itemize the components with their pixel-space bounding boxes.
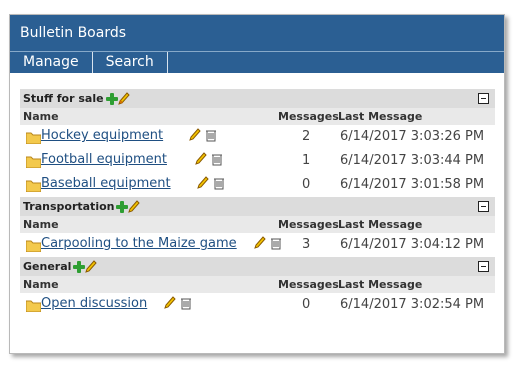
message-count: 2 — [302, 129, 311, 144]
delete-icon[interactable] — [213, 176, 225, 190]
column-name-header: Name — [23, 218, 59, 231]
board-link[interactable]: Hockey equipment — [41, 128, 163, 143]
folder-icon — [26, 240, 41, 252]
folder-icon — [26, 180, 41, 192]
board-link[interactable]: Football equipment — [41, 152, 167, 167]
title-bar: Bulletin Boards — [10, 15, 504, 51]
column-header-row: Name Messages Last Message — [20, 108, 495, 125]
last-message-time: 6/14/2017 3:02:54 PM — [340, 297, 485, 312]
edit-section-icon[interactable] — [117, 91, 130, 106]
edit-icon[interactable] — [254, 236, 266, 250]
add-board-icon[interactable] — [73, 260, 86, 273]
column-messages-header: Messages — [278, 218, 339, 231]
add-board-icon[interactable] — [116, 200, 129, 213]
row-tools — [164, 296, 192, 314]
edit-icon[interactable] — [189, 128, 201, 142]
board-link[interactable]: Open discussion — [41, 296, 147, 311]
add-board-icon[interactable] — [105, 92, 118, 105]
row-tools — [254, 236, 282, 254]
board-link[interactable]: Carpooling to the Maize game — [41, 236, 237, 251]
section-title: General — [23, 260, 72, 273]
column-name-header: Name — [23, 110, 59, 123]
message-count: 1 — [302, 153, 311, 168]
folder-icon — [26, 156, 41, 168]
bulletin-boards-window: Bulletin Boards Manage Search Stuff for … — [9, 14, 505, 354]
column-last-message-header: Last Message — [338, 218, 423, 231]
board-row-baseball-equipment: Baseball equipment 0 6/14/2017 3:01:58 P… — [20, 173, 495, 197]
column-last-message-header: Last Message — [338, 278, 423, 291]
board-link[interactable]: Baseball equipment — [41, 176, 171, 191]
menu-bar: Manage Search — [10, 51, 504, 73]
message-count: 0 — [302, 297, 311, 312]
delete-icon[interactable] — [211, 152, 223, 166]
last-message-time: 6/14/2017 3:01:58 PM — [340, 177, 485, 192]
column-header-row: Name Messages Last Message — [20, 276, 495, 293]
column-messages-header: Messages — [278, 110, 339, 123]
edit-icon[interactable] — [195, 152, 207, 166]
board-row-open-discussion: Open discussion 0 6/14/2017 3:02:54 PM — [20, 293, 495, 317]
delete-icon[interactable] — [180, 296, 192, 310]
folder-icon — [26, 300, 41, 312]
section-title: Stuff for sale — [23, 92, 104, 105]
collapse-section-button[interactable] — [478, 93, 489, 104]
boards-list: Stuff for sale Name Messages Last Messag… — [20, 89, 495, 317]
search-menu[interactable]: Search — [93, 52, 168, 73]
row-tools — [189, 128, 217, 146]
manage-menu[interactable]: Manage — [10, 52, 93, 73]
column-header-row: Name Messages Last Message — [20, 216, 495, 233]
page-title: Bulletin Boards — [20, 25, 127, 41]
row-tools — [197, 176, 225, 194]
section-header-general: General — [20, 257, 495, 276]
edit-section-icon[interactable] — [128, 199, 141, 214]
last-message-time: 6/14/2017 3:03:44 PM — [340, 153, 485, 168]
edit-icon[interactable] — [197, 176, 209, 190]
message-count: 3 — [302, 237, 311, 252]
collapse-section-button[interactable] — [478, 261, 489, 272]
section-header-transportation: Transportation — [20, 197, 495, 216]
section-title: Transportation — [23, 200, 115, 213]
column-last-message-header: Last Message — [338, 110, 423, 123]
board-row-hockey-equipment: Hockey equipment 2 6/14/2017 3:03:26 PM — [20, 125, 495, 149]
edit-icon[interactable] — [164, 296, 176, 310]
section-header-stuff-for-sale: Stuff for sale — [20, 89, 495, 108]
board-row-carpooling: Carpooling to the Maize game 3 6/14/2017… — [20, 233, 495, 257]
folder-icon — [26, 132, 41, 144]
last-message-time: 6/14/2017 3:04:12 PM — [340, 237, 485, 252]
column-messages-header: Messages — [278, 278, 339, 291]
delete-icon[interactable] — [205, 128, 217, 142]
edit-section-icon[interactable] — [85, 259, 98, 274]
collapse-section-button[interactable] — [478, 201, 489, 212]
row-tools — [195, 152, 223, 170]
delete-icon[interactable] — [270, 236, 282, 250]
last-message-time: 6/14/2017 3:03:26 PM — [340, 129, 485, 144]
message-count: 0 — [302, 177, 311, 192]
column-name-header: Name — [23, 278, 59, 291]
board-row-football-equipment: Football equipment 1 6/14/2017 3:03:44 P… — [20, 149, 495, 173]
